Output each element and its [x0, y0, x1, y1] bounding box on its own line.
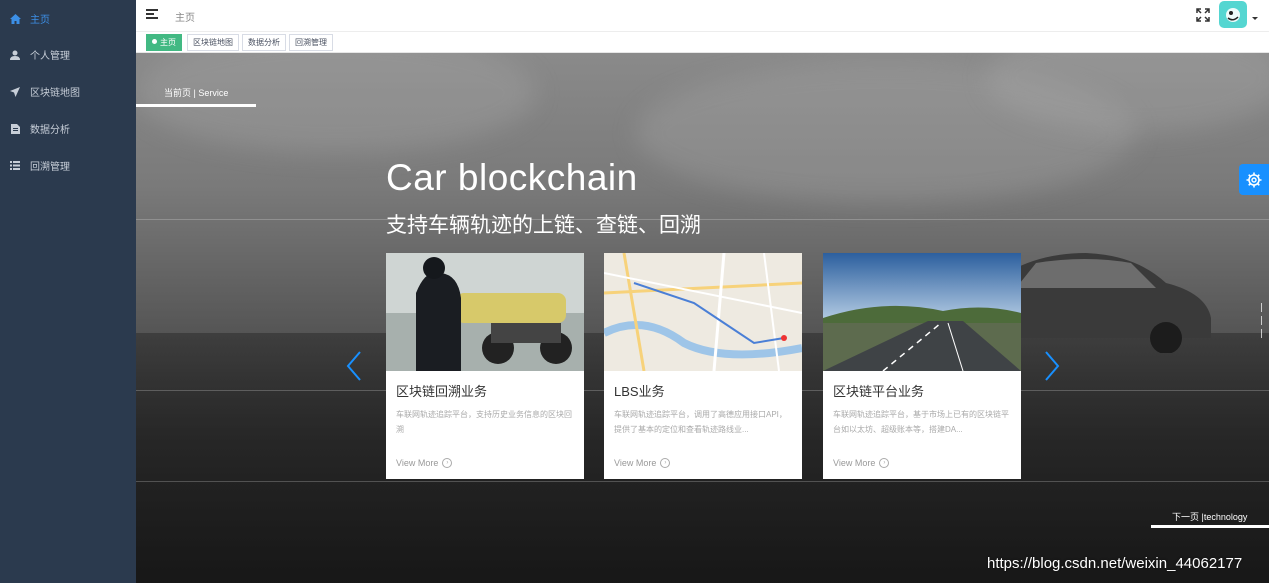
sidebar-item-map[interactable]: 区块链地图 [0, 73, 136, 110]
home-icon [0, 13, 30, 24]
service-card[interactable]: 区块链回溯业务 车联网轨迹追踪平台，支持历史业务信息的区块回溯 View Mor… [386, 253, 584, 479]
background-cloud [136, 53, 536, 153]
card-description: 车联网轨迹追踪平台，调用了高德应用接口API，提供了基本的定位和查看轨迹路线业.… [614, 410, 787, 434]
page-indicator [1261, 303, 1263, 342]
sidebar-item-label: 个人管理 [30, 51, 70, 62]
sidebar: 主页 个人管理 区块链地图 数据分析 回溯管理 [0, 0, 136, 583]
view-more-label: View More [833, 458, 876, 468]
document-icon [0, 123, 30, 134]
highway-road-image [823, 253, 1021, 371]
view-more-label: View More [396, 458, 439, 468]
street-map-image [604, 253, 802, 371]
decorative-line [136, 219, 1269, 220]
chevron-down-icon[interactable] [1252, 17, 1258, 20]
send-icon [0, 86, 30, 97]
arrow-right-circle-icon: › [442, 458, 453, 468]
card-title: LBS业务 [614, 384, 665, 399]
sidebar-item-label: 区块链地图 [30, 88, 80, 99]
sidebar-item-label: 数据分析 [30, 125, 70, 136]
tag-label: 主页 [160, 38, 176, 47]
page-dot[interactable] [1261, 316, 1262, 325]
hero-title: Car blockchain [386, 157, 638, 198]
card-title: 区块链回溯业务 [396, 384, 488, 399]
sidebar-item-label: 回溯管理 [30, 162, 70, 173]
current-page-indicator [136, 104, 256, 107]
list-icon [0, 161, 30, 170]
user-icon [0, 50, 30, 60]
view-more-link[interactable]: View More › [614, 458, 671, 468]
hero-subtitle: 支持车辆轨迹的上链、查链、回溯 [386, 214, 701, 237]
tag-label: 回溯管理 [295, 38, 327, 47]
tag-analysis[interactable]: 数据分析 [242, 34, 286, 51]
arrow-right-circle-icon: › [879, 458, 890, 468]
view-more-link[interactable]: View More › [396, 458, 453, 468]
sidebar-item-label: 主页 [30, 15, 50, 26]
active-dot-icon [152, 39, 157, 44]
top-navbar: 主页 [136, 0, 1269, 32]
arrow-right-circle-icon: › [660, 458, 671, 468]
sidebar-item-analysis[interactable]: 数据分析 [0, 110, 136, 147]
hero-section: 当前页 | Service Car blockchain 支持车辆轨迹的上链、查… [136, 53, 1269, 583]
card-title: 区块链平台业务 [833, 384, 925, 399]
next-page-link[interactable]: 下一页 |technology [1172, 510, 1247, 523]
tags-view: 主页 区块链地图 数据分析 回溯管理 [136, 32, 1269, 53]
tag-trace[interactable]: 回溯管理 [289, 34, 333, 51]
tag-home[interactable]: 主页 [146, 34, 182, 51]
service-card[interactable]: LBS业务 车联网轨迹追踪平台，调用了高德应用接口API，提供了基本的定位和查看… [604, 253, 802, 479]
sidebar-item-home[interactable]: 主页 [0, 0, 136, 37]
fullscreen-icon[interactable] [1196, 8, 1210, 22]
watermark-text: https://blog.csdn.net/weixin_44062177 [987, 555, 1243, 572]
decorative-line [136, 481, 1269, 482]
page-dot[interactable] [1261, 329, 1262, 338]
carousel-next-icon[interactable] [1042, 350, 1062, 382]
current-page-label: 当前页 | Service [164, 88, 229, 98]
page-dot[interactable] [1261, 303, 1262, 312]
view-more-label: View More [614, 458, 657, 468]
view-more-link[interactable]: View More › [833, 458, 890, 468]
hamburger-menu-icon[interactable] [146, 9, 158, 20]
tag-label: 数据分析 [248, 38, 280, 47]
avatar[interactable] [1219, 1, 1247, 28]
card-description: 车联网轨迹追踪平台，基于市场上已有的区块链平台如以太坊、超级账本等，搭建DA..… [833, 410, 1009, 434]
card-description: 车联网轨迹追踪平台，支持历史业务信息的区块回溯 [396, 410, 572, 434]
sidebar-item-trace[interactable]: 回溯管理 [0, 147, 136, 184]
carousel-prev-icon[interactable] [344, 350, 364, 382]
service-card[interactable]: 区块链平台业务 车联网轨迹追踪平台，基于市场上已有的区块链平台如以太坊、超级账本… [823, 253, 1021, 479]
settings-button[interactable] [1239, 164, 1269, 195]
breadcrumb[interactable]: 主页 [175, 9, 195, 24]
tag-label: 区块链地图 [193, 38, 233, 47]
police-motorcycle-image [386, 253, 584, 371]
tag-map[interactable]: 区块链地图 [187, 34, 239, 51]
sidebar-item-personal[interactable]: 个人管理 [0, 36, 136, 73]
next-page-indicator [1151, 525, 1269, 528]
gear-icon [1246, 172, 1262, 187]
